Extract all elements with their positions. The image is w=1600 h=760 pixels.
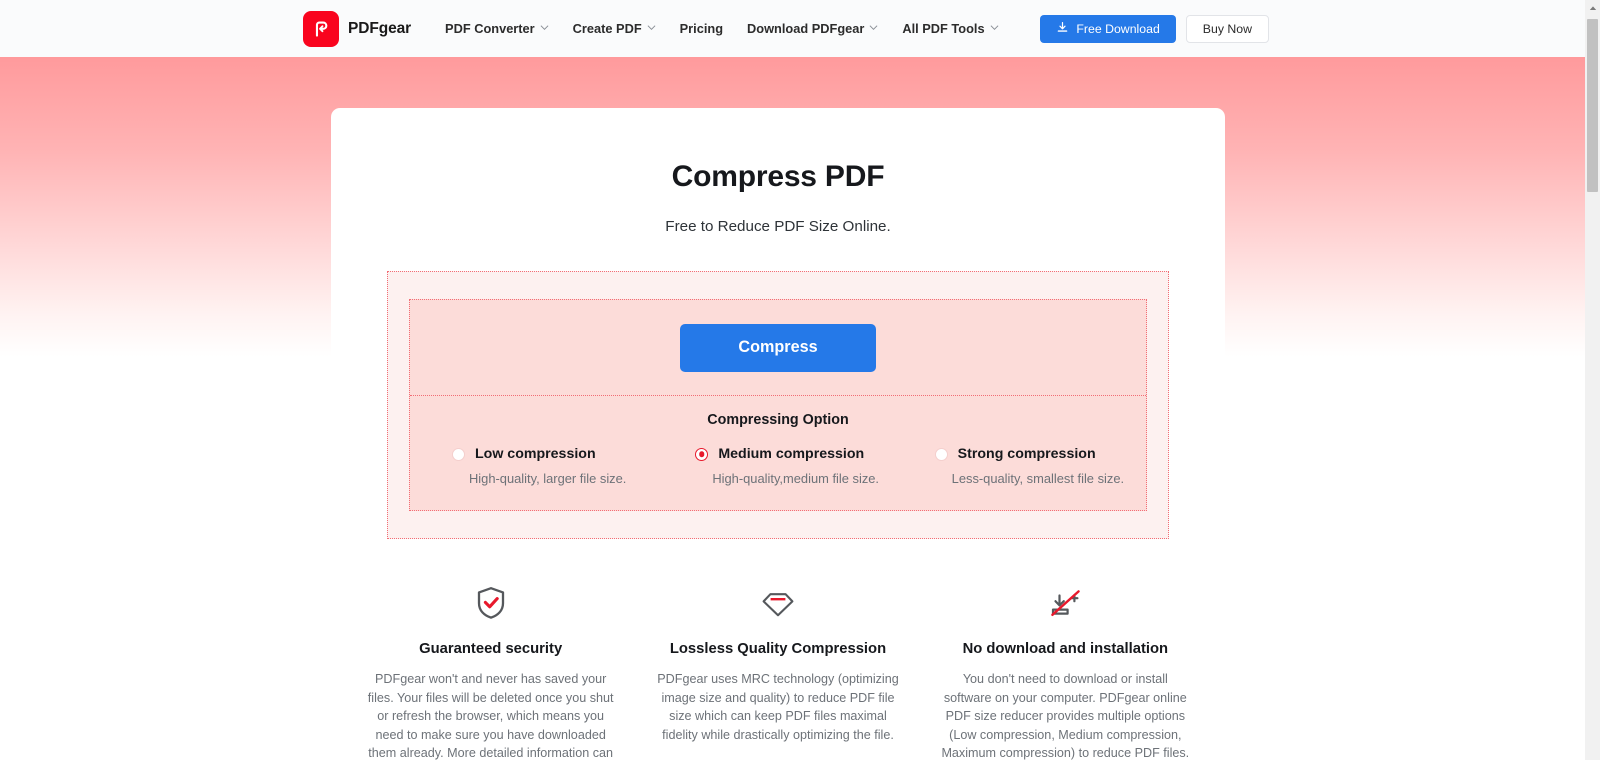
compression-option-row: Low compression High-quality, larger fil…	[410, 446, 1146, 486]
buy-now-button[interactable]: Buy Now	[1185, 14, 1269, 43]
option-description: Less-quality, smallest file size.	[951, 471, 1125, 486]
nav-left-group: PDFgear PDF Converter Create PDF Pricing…	[303, 10, 1011, 47]
feature-lossless-quality: Lossless Quality Compression PDFgear use…	[634, 583, 921, 760]
page-subtitle: Free to Reduce PDF Size Online.	[665, 218, 891, 235]
brand-logo-link[interactable]: PDFgear	[303, 10, 412, 47]
vertical-scrollbar[interactable]	[1585, 0, 1600, 760]
feature-text: PDFgear uses MRC technology (optimizing …	[657, 672, 899, 742]
option-description: High-quality, larger file size.	[469, 471, 627, 486]
chevron-down-icon	[990, 23, 999, 32]
nav-item-create-pdf[interactable]: Create PDF	[561, 15, 668, 42]
feature-text: You don't need to download or install so…	[941, 672, 1190, 760]
compress-button[interactable]: Compress	[680, 323, 876, 372]
free-download-button[interactable]: Free Download	[1040, 14, 1176, 43]
scroll-up-arrow-icon[interactable]	[1585, 0, 1600, 15]
feature-columns: Guaranteed security PDFgear won't and ne…	[347, 583, 1209, 760]
scrollbar-thumb[interactable]	[1587, 19, 1598, 192]
free-download-label: Free Download	[1076, 21, 1160, 36]
nav-item-pdf-converter[interactable]: PDF Converter	[433, 15, 561, 42]
compress-button-area: Compress	[410, 300, 1146, 396]
file-dropzone[interactable]: Compress Compressing Option Low compress…	[387, 271, 1169, 539]
page-root: PDFgear PDF Converter Create PDF Pricing…	[0, 0, 1585, 760]
scrollbar-track[interactable]	[1585, 15, 1600, 760]
download-icon	[1056, 21, 1069, 37]
feature-no-download: No download and installation You don't n…	[922, 583, 1209, 760]
nav-item-all-pdf-tools[interactable]: All PDF Tools	[890, 15, 1010, 42]
pdfgear-logo-icon	[303, 10, 339, 47]
diamond-icon	[646, 583, 909, 623]
compress-panel: Compress Compressing Option Low compress…	[409, 299, 1147, 511]
option-label: Low compression	[475, 446, 596, 462]
page-title: Compress PDF	[671, 160, 885, 193]
feature-title: Lossless Quality Compression	[669, 641, 887, 657]
option-strong-compression-head[interactable]: Strong compression	[934, 446, 1146, 462]
no-download-icon	[934, 583, 1197, 623]
feature-text: PDFgear won't and never has saved your f…	[367, 672, 614, 760]
option-label: Medium compression	[718, 446, 865, 462]
option-medium-compression[interactable]: Medium compression High-quality,medium f…	[663, 446, 906, 486]
chevron-down-icon	[869, 23, 878, 32]
top-navigation-bar: PDFgear PDF Converter Create PDF Pricing…	[0, 0, 1585, 57]
shield-check-icon	[359, 583, 622, 623]
nav-right-group: Free Download Buy Now	[1040, 14, 1269, 43]
radio-strong-compression[interactable]	[934, 447, 948, 461]
nav-item-label: All PDF Tools	[902, 21, 985, 36]
buy-now-label: Buy Now	[1202, 21, 1252, 36]
compressing-option-title: Compressing Option	[707, 412, 849, 428]
main-content-card: Compress PDF Free to Reduce PDF Size Onl…	[331, 108, 1225, 760]
feature-title: Guaranteed security	[419, 641, 563, 657]
option-low-compression[interactable]: Low compression High-quality, larger fil…	[410, 446, 663, 486]
brand-name-label: PDFgear	[348, 19, 412, 37]
nav-item-label: Create PDF	[572, 21, 642, 36]
feature-guaranteed-security: Guaranteed security PDFgear won't and ne…	[347, 583, 634, 760]
compressing-options: Compressing Option Low compression High-…	[410, 396, 1146, 510]
option-label: Strong compression	[957, 446, 1096, 462]
option-low-compression-head[interactable]: Low compression	[452, 446, 663, 462]
nav-item-label: Download PDFgear	[747, 21, 865, 36]
chevron-down-icon	[647, 23, 656, 32]
nav-links: PDF Converter Create PDF Pricing Downloa…	[433, 15, 1011, 42]
nav-item-label: PDF Converter	[445, 21, 535, 36]
nav-item-download-pdfgear[interactable]: Download PDFgear	[735, 15, 890, 42]
chevron-down-icon	[540, 23, 549, 32]
nav-item-label: Pricing	[679, 21, 724, 36]
radio-medium-compression[interactable]	[695, 447, 709, 461]
option-medium-compression-head[interactable]: Medium compression	[695, 446, 906, 462]
option-strong-compression[interactable]: Strong compression Less-quality, smalles…	[907, 446, 1146, 486]
option-description: High-quality,medium file size.	[712, 471, 880, 486]
feature-title: No download and installation	[962, 641, 1169, 657]
radio-low-compression[interactable]	[452, 447, 465, 461]
nav-item-pricing[interactable]: Pricing	[668, 15, 735, 42]
